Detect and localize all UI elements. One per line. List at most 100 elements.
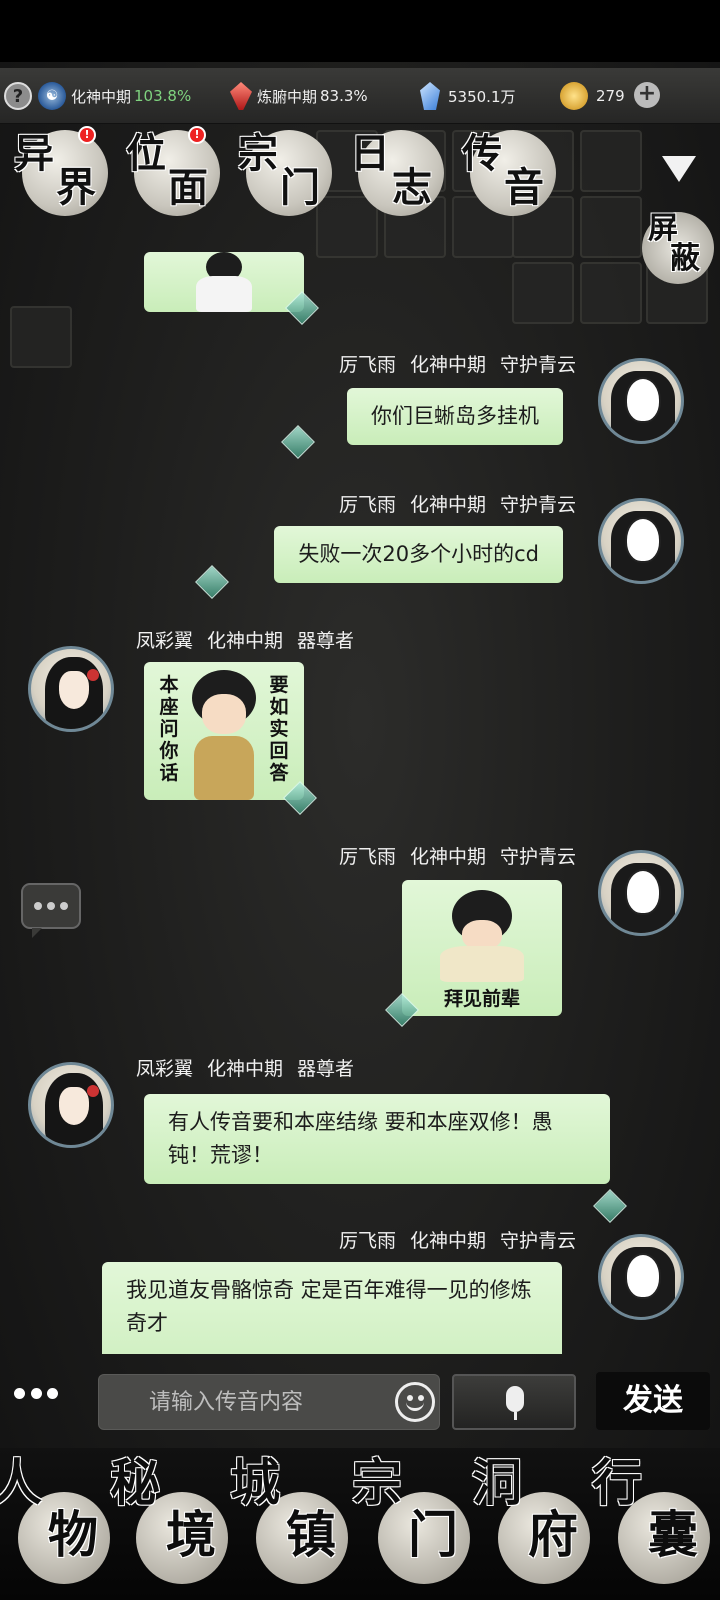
- fox-mask-icon: [625, 377, 661, 423]
- top-nav-char: 宗: [238, 130, 278, 177]
- top-nav-char: 异: [14, 130, 54, 177]
- top-nav-char: 志: [392, 164, 432, 211]
- sender-info: 厉飞雨 化神中期 守护青云: [339, 1226, 576, 1253]
- inventory-slot: [580, 130, 642, 192]
- nav-char: 囊: [648, 1505, 698, 1564]
- avatar[interactable]: [28, 1062, 114, 1148]
- sender-title: 守护青云: [499, 846, 576, 868]
- nav-secret-realm[interactable]: 秘 境: [110, 1458, 232, 1588]
- fox-mask-icon: [625, 517, 661, 563]
- sticker-figure: [194, 736, 254, 800]
- avatar[interactable]: [598, 498, 684, 584]
- message-bubble[interactable]: 我见道友骨骼惊奇 定是百年难得一见的修炼奇才: [102, 1262, 562, 1354]
- more-options-button[interactable]: [14, 1388, 58, 1406]
- nav-cave[interactable]: 洞 府: [472, 1458, 594, 1588]
- top-nav-char: 日: [350, 130, 390, 177]
- nav-char: 人: [0, 1453, 42, 1512]
- coin-stat[interactable]: 279: [560, 80, 625, 112]
- message-bubble[interactable]: 有人传音要和本座结缘 要和本座双修！愚钝！荒谬！: [144, 1094, 610, 1184]
- realm-progress: 103.8%: [134, 87, 192, 105]
- sender-name[interactable]: 厉飞雨: [339, 1230, 396, 1252]
- nav-char: 境: [166, 1505, 216, 1564]
- flower-hairpin-icon: [87, 669, 99, 681]
- nav-char: 门: [408, 1505, 458, 1564]
- nav-char: 府: [528, 1505, 578, 1564]
- top-nav-message[interactable]: 传 音: [462, 130, 556, 216]
- sticker-text: 要如实回答: [269, 674, 289, 784]
- flower-hairpin-icon: [87, 1085, 99, 1097]
- chat-menu-icon[interactable]: [20, 882, 81, 938]
- collapse-button[interactable]: [650, 138, 710, 198]
- spirit-stone-stat[interactable]: 5350.1万: [420, 80, 516, 112]
- nav-bag[interactable]: 行 囊: [592, 1458, 714, 1588]
- help-button[interactable]: ?: [4, 80, 37, 112]
- avatar[interactable]: [28, 646, 114, 732]
- sender-name[interactable]: 厉飞雨: [339, 846, 396, 868]
- top-nav-char: 面: [168, 164, 208, 211]
- sender-info: 厉飞雨 化神中期 守护青云: [339, 490, 576, 517]
- avatar-face: [59, 671, 89, 709]
- sender-realm: 化神中期: [409, 846, 486, 868]
- microphone-icon: [506, 1386, 524, 1412]
- sender-name[interactable]: 厉飞雨: [339, 354, 396, 376]
- top-nav-char: 界: [56, 164, 96, 211]
- voice-input-button[interactable]: [452, 1374, 576, 1430]
- sender-realm: 化神中期: [409, 354, 486, 376]
- sender-title: 器尊者: [297, 1058, 355, 1080]
- inventory-slot: [580, 196, 642, 258]
- fox-mask-icon: [625, 869, 661, 915]
- avatar[interactable]: [598, 1234, 684, 1320]
- sticker-figure: [196, 276, 252, 312]
- sticker-figure: [202, 694, 246, 734]
- add-currency-button[interactable]: +: [634, 82, 660, 108]
- sender-realm: 化神中期: [409, 1230, 486, 1252]
- top-nav-char: 门: [280, 164, 320, 211]
- top-nav-otherworld[interactable]: 异 界 !: [14, 126, 108, 216]
- game-screen: ? ☯ 化神中期 103.8% 炼腑中期 83.3% 5350.1万 279 +: [0, 0, 720, 1600]
- top-nav-log[interactable]: 日 志: [350, 130, 444, 216]
- message-bubble[interactable]: 你们巨蜥岛多挂机: [347, 388, 563, 445]
- red-gem-icon: [230, 82, 252, 110]
- send-button[interactable]: 发送: [596, 1372, 710, 1430]
- body-realm-stat[interactable]: 炼腑中期 83.3%: [230, 80, 368, 112]
- leaf-ornament-icon: [195, 565, 229, 599]
- message-bubble[interactable]: 失败一次20多个小时的cd: [274, 526, 563, 583]
- sender-title: 守护青云: [499, 354, 576, 376]
- leaf-ornament-icon: [281, 425, 315, 459]
- sender-name[interactable]: 凤彩翼: [136, 630, 193, 652]
- nav-char: 秘: [110, 1453, 160, 1512]
- sender-realm: 化神中期: [207, 1058, 284, 1080]
- sender-name[interactable]: 厉飞雨: [339, 494, 396, 516]
- nav-char: 宗: [352, 1453, 402, 1512]
- avatar[interactable]: [598, 358, 684, 444]
- fox-mask-icon: [625, 1253, 661, 1299]
- sender-title: 守护青云: [499, 1230, 576, 1252]
- inventory-slot: [316, 196, 378, 258]
- sticker-message[interactable]: 本座问你话 要如实回答: [144, 662, 304, 800]
- nav-town[interactable]: 城 镇: [230, 1458, 352, 1588]
- avatar[interactable]: [598, 850, 684, 936]
- message-input[interactable]: [98, 1374, 440, 1430]
- block-char: 屏: [648, 211, 678, 246]
- nav-sect[interactable]: 宗 门: [352, 1458, 474, 1588]
- nav-char: 城: [230, 1453, 280, 1512]
- top-nav-char: 位: [126, 130, 166, 177]
- emoji-icon[interactable]: [395, 1382, 435, 1422]
- top-nav-plane[interactable]: 位 面 !: [126, 126, 220, 216]
- alert-badge: !: [188, 126, 206, 144]
- top-nav-sect[interactable]: 宗 门: [238, 130, 332, 216]
- chat-message-list[interactable]: 厉飞雨 化神中期 守护青云 你们巨蜥岛多挂机 厉飞雨 化神中期 守护青云 失败一次20多…: [0, 252, 720, 1354]
- gold-coin-icon: [560, 82, 588, 110]
- taiji-icon: ☯: [38, 82, 66, 110]
- sender-info: 凤彩翼 化神中期 器尊者: [136, 1054, 354, 1081]
- sender-info: 厉飞雨 化神中期 守护青云: [339, 350, 576, 377]
- nav-character[interactable]: 人 物: [0, 1458, 114, 1588]
- cultivation-realm-stat[interactable]: ☯ 化神中期 103.8%: [38, 80, 191, 112]
- nav-char: 镇: [286, 1505, 336, 1564]
- microphone-stand: [514, 1412, 517, 1420]
- sender-name[interactable]: 凤彩翼: [136, 1058, 193, 1080]
- sender-realm: 化神中期: [409, 494, 486, 516]
- body-realm-progress: 83.3%: [320, 87, 368, 105]
- sticker-message[interactable]: 拜见前辈: [402, 880, 562, 1016]
- sender-title: 守护青云: [499, 494, 576, 516]
